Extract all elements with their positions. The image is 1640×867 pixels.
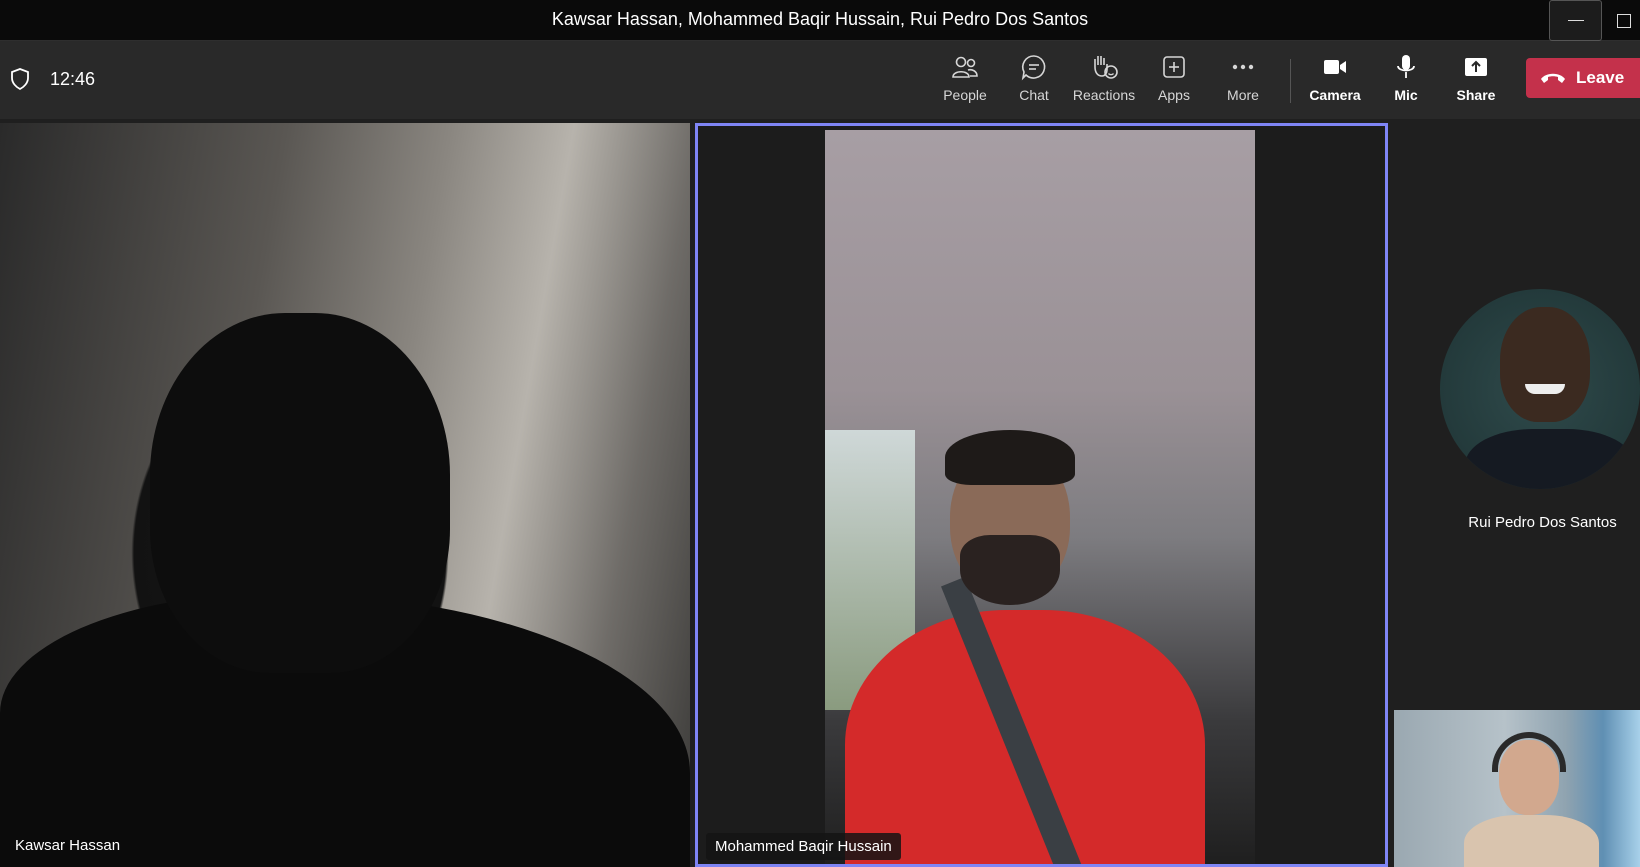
phone-hangup-icon <box>1541 73 1565 83</box>
participant-beard <box>960 535 1060 605</box>
share-label: Share <box>1456 87 1496 103</box>
camera-button[interactable]: Camera <box>1299 53 1371 109</box>
apps-icon <box>1163 56 1185 78</box>
people-icon <box>952 56 978 78</box>
share-button[interactable]: Share <box>1440 53 1512 109</box>
more-icon <box>1232 64 1254 70</box>
leave-label: Leave <box>1576 68 1625 87</box>
chat-icon <box>1021 55 1046 81</box>
camera-label: Camera <box>1309 87 1361 103</box>
avatar-face <box>1500 307 1590 422</box>
participant-silhouette-head <box>150 313 450 673</box>
participant-video-feed <box>825 130 1255 864</box>
reactions-icon <box>1094 56 1118 79</box>
minimize-icon <box>1567 19 1584 22</box>
leave-button[interactable]: Leave <box>1526 58 1640 98</box>
maximize-icon <box>1617 13 1631 28</box>
mic-button[interactable]: Mic <box>1370 53 1442 109</box>
avatar-participant-name: Rui Pedro Dos Santos <box>1468 514 1617 531</box>
mic-label: Mic <box>1394 87 1418 103</box>
camera-icon <box>1324 60 1346 74</box>
avatar-smile <box>1525 384 1565 394</box>
reactions-button[interactable]: Reactions <box>1068 53 1140 109</box>
participant-name-tag: Mohammed Baqir Hussain <box>706 833 901 860</box>
toolbar-divider <box>1290 59 1291 103</box>
maximize-button[interactable] <box>1608 0 1640 41</box>
apps-label: Apps <box>1158 87 1190 103</box>
chat-label: Chat <box>1019 87 1049 103</box>
more-button[interactable]: More <box>1207 53 1279 109</box>
title-bar: Kawsar Hassan, Mohammed Baqir Hussain, R… <box>0 0 1640 41</box>
participant-avatar-rui[interactable] <box>1440 289 1640 489</box>
self-view-video[interactable] <box>1394 710 1640 867</box>
chat-button[interactable]: Chat <box>998 53 1070 109</box>
participant-name-tag: Kawsar Hassan <box>15 837 121 854</box>
window-title: Kawsar Hassan, Mohammed Baqir Hussain, R… <box>551 9 1089 29</box>
video-tile-kawsar[interactable]: Kawsar Hassan <box>0 123 690 867</box>
video-stage: Kawsar Hassan Mohammed Baqir Hussain Rui… <box>0 119 1640 867</box>
reactions-label: Reactions <box>1072 87 1136 103</box>
meeting-toolbar: 12:46 People Chat Reactions Apps More Ca… <box>0 41 1640 119</box>
share-icon <box>1465 58 1487 76</box>
people-button[interactable]: People <box>929 53 1001 109</box>
people-label: People <box>943 87 987 103</box>
apps-button[interactable]: Apps <box>1138 53 1210 109</box>
avatar-shirt <box>1465 429 1635 489</box>
headphones-icon <box>1492 732 1566 772</box>
video-tile-mohammed-active-speaker[interactable]: Mohammed Baqir Hussain <box>695 123 1388 867</box>
meeting-timer: 12:46 <box>50 69 96 89</box>
minimize-button[interactable] <box>1549 0 1602 41</box>
mic-icon <box>1397 55 1415 78</box>
shield-icon[interactable] <box>10 68 30 90</box>
self-view-shirt <box>1464 815 1599 867</box>
more-label: More <box>1227 87 1259 103</box>
participant-hair <box>945 430 1075 485</box>
